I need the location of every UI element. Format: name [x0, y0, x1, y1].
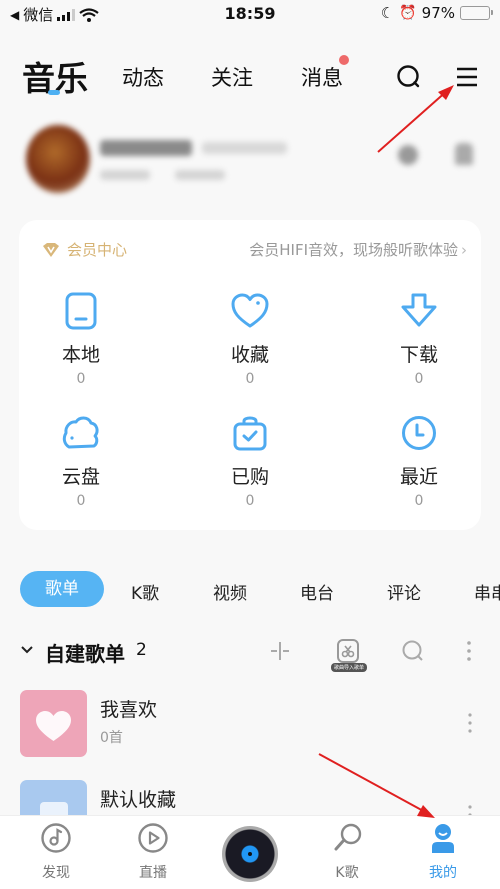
battery-percent: 97% — [421, 4, 455, 22]
playlists-count: 2 — [136, 640, 147, 660]
play-circle-icon — [138, 823, 168, 853]
playlist-row[interactable]: 我喜欢 0首 — [0, 690, 500, 760]
search-icon[interactable] — [395, 63, 423, 91]
tab-messages[interactable]: 消息 — [301, 62, 343, 92]
library-item-label: 收藏 — [230, 344, 269, 366]
library-item-local[interactable]: 本地 0 — [21, 292, 141, 387]
library-item-count: 0 — [245, 493, 255, 509]
bottom-nav-live[interactable]: 直播 — [118, 822, 188, 882]
self-built-playlists-header: 自建歌单 2 歌曲导入歌单 — [0, 635, 500, 672]
library-item-recent[interactable]: 最近 0 — [359, 414, 479, 509]
phone-icon — [65, 292, 97, 330]
bottom-nav-label: 我的 — [429, 865, 457, 881]
library-item-count: 0 — [76, 493, 86, 509]
playlist-row[interactable]: 默认收藏 — [0, 780, 500, 815]
menu-icon[interactable] — [453, 63, 481, 91]
user-level-blurred — [202, 142, 287, 154]
messages-badge-dot — [339, 55, 349, 65]
playlist-name: 我喜欢 — [100, 699, 158, 721]
purchased-bag-icon — [233, 416, 267, 451]
heart-cover-icon — [36, 711, 71, 741]
user-profile-icon — [432, 824, 454, 853]
library-item-favorites[interactable]: 收藏 0 — [190, 292, 310, 387]
section-tab-karaoke[interactable]: K歌 — [131, 579, 159, 604]
section-tab-playlists[interactable]: 歌单 — [20, 571, 104, 607]
bottom-nav-label: K歌 — [335, 865, 359, 881]
vip-diamond-icon — [43, 242, 59, 257]
username-blurred — [100, 140, 192, 156]
vip-promo-link[interactable]: 会员HIFI音效，现场般听歌体验 › — [249, 239, 467, 260]
chevron-down-icon[interactable] — [20, 645, 34, 655]
playlists-section-title[interactable]: 自建歌单 — [45, 638, 125, 667]
alarm-icon: ⏰ — [399, 5, 417, 21]
playlist-cover — [20, 780, 87, 815]
heart-icon — [231, 293, 269, 328]
library-item-downloads[interactable]: 下载 0 — [359, 292, 479, 387]
status-bar: ◀ 微信 18:59 ☾ ⏰ 97% — [0, 0, 500, 30]
library-card: 会员中心 会员HIFI音效，现场般听歌体验 › 本地 0 收藏 0 下载 0 云… — [19, 220, 481, 530]
playlist-song-count: 0首 — [100, 730, 123, 746]
bottom-nav-label: 发现 — [42, 865, 70, 881]
bottom-nav-discover[interactable]: 发现 — [21, 822, 91, 882]
now-playing-disc[interactable] — [222, 826, 278, 882]
microphone-icon — [334, 823, 362, 851]
tab-follow[interactable]: 关注 — [211, 62, 253, 92]
playlist-more-icon[interactable] — [466, 804, 474, 815]
playlist-more-icon[interactable] — [466, 712, 474, 734]
section-tabs: 歌单 K歌 视频 电台 评论 串串 — [0, 571, 500, 609]
vip-center-label: 会员中心 — [67, 241, 128, 259]
bottom-nav-karaoke[interactable]: K歌 — [312, 822, 382, 882]
import-songs-icon[interactable] — [336, 638, 360, 664]
follow-count-blurred — [100, 170, 150, 180]
tab-feed[interactable]: 动态 — [122, 62, 164, 92]
library-item-cloud[interactable]: 云盘 0 — [21, 414, 141, 509]
download-icon — [401, 293, 437, 327]
cloud-icon — [62, 416, 99, 449]
import-songs-tag: 歌曲导入歌单 — [331, 663, 368, 672]
section-tab-comments[interactable]: 评论 — [387, 579, 421, 604]
active-tab-indicator — [48, 90, 60, 95]
profile-header-blurred[interactable] — [0, 125, 500, 205]
bottom-nav: 发现 直播 K歌 我的 — [0, 815, 500, 889]
profile-action-icon[interactable] — [398, 145, 418, 165]
playlist-cover — [20, 690, 87, 757]
library-item-count: 0 — [245, 371, 255, 387]
bottom-nav-mine[interactable]: 我的 — [408, 822, 478, 882]
avatar[interactable] — [26, 125, 90, 193]
bottom-nav-label: 直播 — [139, 865, 167, 881]
clock-icon — [402, 416, 436, 450]
playlist-name: 默认收藏 — [100, 789, 177, 811]
add-playlist-icon[interactable] — [269, 640, 291, 662]
section-tab-chuanchuan[interactable]: 串串 — [474, 579, 500, 604]
battery-icon — [460, 6, 493, 20]
music-note-icon — [41, 823, 71, 853]
more-options-icon[interactable] — [465, 640, 473, 662]
library-item-count: 0 — [76, 371, 86, 387]
profile-user-icon[interactable] — [455, 143, 473, 165]
library-item-count: 0 — [414, 371, 424, 387]
top-nav: 音乐 动态 关注 消息 — [0, 48, 500, 108]
library-item-label: 本地 — [61, 344, 100, 366]
vip-center-link[interactable]: 会员中心 — [41, 239, 127, 260]
library-item-label: 最近 — [399, 466, 438, 488]
fans-count-blurred — [175, 170, 225, 180]
moon-icon: ☾ — [380, 4, 395, 22]
section-tab-radio[interactable]: 电台 — [300, 579, 334, 604]
document-cover-icon — [40, 802, 68, 815]
library-item-label: 下载 — [399, 344, 438, 366]
chevron-right-icon: › — [461, 240, 467, 259]
library-item-label: 云盘 — [61, 466, 100, 488]
library-item-label: 已购 — [230, 466, 269, 488]
vip-promo-text: 会员HIFI音效，现场般听歌体验 — [249, 241, 458, 259]
section-tab-video[interactable]: 视频 — [213, 579, 247, 604]
library-item-purchased[interactable]: 已购 0 — [190, 414, 310, 509]
library-item-count: 0 — [414, 493, 424, 509]
search-playlists-icon[interactable] — [401, 639, 425, 663]
